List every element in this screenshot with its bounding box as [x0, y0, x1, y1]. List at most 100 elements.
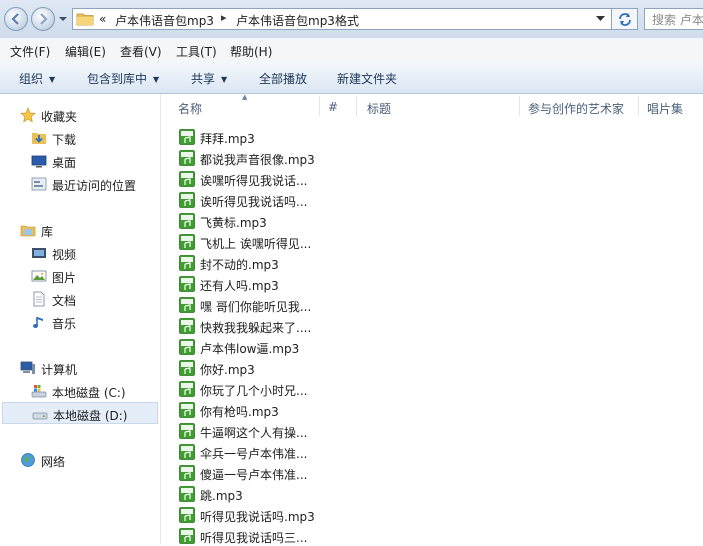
nav-music[interactable]: 音乐: [0, 311, 158, 333]
column-title[interactable]: 标题: [367, 100, 391, 117]
file-name: 封不动的.mp3: [200, 258, 279, 272]
column-divider[interactable]: [356, 96, 357, 116]
menu-help[interactable]: 帮助(H): [230, 43, 272, 60]
mp3-file-icon: [179, 339, 195, 355]
nav-videos-label: 视频: [52, 248, 77, 262]
search-input[interactable]: 搜索 卢本: [644, 8, 703, 30]
downloads-folder-icon: [32, 133, 46, 144]
file-row[interactable]: 傻逼一号卢本伟准...: [177, 463, 697, 483]
new-folder-button[interactable]: 新建文件夹: [337, 70, 397, 87]
play-all-button[interactable]: 全部播放: [259, 70, 307, 87]
file-row[interactable]: 封不动的.mp3: [177, 253, 697, 273]
file-row[interactable]: 都说我声音很像.mp3: [177, 148, 697, 168]
menu-file[interactable]: 文件(F): [10, 43, 50, 60]
mp3-file-icon: [179, 318, 195, 334]
address-overflow-chevron[interactable]: «: [99, 12, 106, 26]
recent-pages-dropdown-icon[interactable]: [58, 14, 68, 24]
nav-videos[interactable]: 视频: [0, 242, 158, 264]
column-headers: ▲ 名称 # 标题 参与创作的艺术家 唱片集: [161, 93, 703, 118]
file-name: 听得见我说话吗.mp3: [200, 510, 315, 524]
recent-places-icon: [31, 177, 47, 191]
nav-computer[interactable]: 计算机: [0, 357, 158, 379]
include-label: 包含到库中: [87, 72, 148, 86]
address-field[interactable]: « 卢本伟语音包mp3 ▸ 卢本伟语音包mp3格式: [72, 8, 612, 30]
column-divider[interactable]: [519, 96, 520, 116]
file-name: 快救我我躲起来了....: [200, 321, 312, 335]
file-row[interactable]: 诶听得见我说话吗...: [177, 190, 697, 210]
mp3-file-icon: [179, 402, 195, 418]
nav-music-label: 音乐: [52, 317, 77, 331]
file-name: 你有枪吗.mp3: [200, 405, 279, 419]
nav-desktop[interactable]: 桌面: [0, 150, 158, 172]
file-row[interactable]: 嘿 哥们你能听见我...: [177, 295, 697, 315]
file-list-pane: ▲ 名称 # 标题 参与创作的艺术家 唱片集 拜拜.mp3 都说我声音很像.mp3…: [161, 93, 703, 546]
back-button[interactable]: [4, 7, 28, 31]
refresh-button[interactable]: [612, 8, 638, 30]
nav-network[interactable]: 网络: [0, 449, 158, 471]
column-track-number[interactable]: #: [328, 100, 338, 114]
column-album[interactable]: 唱片集: [647, 100, 683, 117]
address-dropdown-icon[interactable]: [596, 16, 605, 22]
file-row[interactable]: 听得见我说话吗三...: [177, 526, 697, 546]
file-name: 飞黄标.mp3: [200, 216, 267, 230]
file-row[interactable]: 快救我我躲起来了....: [177, 316, 697, 336]
chevron-down-icon: ▼: [49, 75, 56, 84]
file-row[interactable]: 还有人吗.mp3: [177, 274, 697, 294]
nav-favorites[interactable]: 收藏夹: [0, 104, 158, 126]
organize-label: 组织: [19, 72, 44, 86]
file-row[interactable]: 拜拜.mp3: [177, 127, 697, 147]
drive-icon: [32, 412, 48, 420]
share-button[interactable]: 共享 ▼: [191, 70, 227, 87]
nav-desktop-label: 桌面: [52, 156, 77, 170]
nav-drive-c[interactable]: 本地磁盘 (C:): [0, 380, 158, 402]
file-name: 跳.mp3: [200, 489, 243, 503]
organize-button[interactable]: 组织 ▼: [19, 70, 55, 87]
address-segment-current[interactable]: 卢本伟语音包mp3格式: [236, 12, 359, 29]
command-bar: 组织 ▼ 包含到库中 ▼ 共享 ▼ 全部播放 新建文件夹: [0, 62, 703, 94]
network-globe-icon: [21, 453, 35, 467]
file-name: 诶嘿听得见我说话...: [200, 174, 308, 188]
menu-view[interactable]: 查看(V): [120, 43, 162, 60]
chevron-down-icon: ▼: [221, 75, 228, 84]
address-bar-region: « 卢本伟语音包mp3 ▸ 卢本伟语音包mp3格式 搜索 卢本: [0, 0, 703, 39]
mp3-file-icon: [179, 255, 195, 271]
nav-pictures[interactable]: 图片: [0, 265, 158, 287]
navigation-pane: 收藏夹 下载 桌面 最近访问的位置 库 视频 图片 文档 音乐 计算机 本地磁盘…: [0, 94, 161, 544]
nav-drive-d[interactable]: 本地磁盘 (D:): [2, 402, 158, 424]
address-segment-parent[interactable]: 卢本伟语音包mp3: [115, 12, 214, 29]
column-divider[interactable]: [638, 96, 639, 116]
forward-button[interactable]: [31, 7, 55, 31]
file-name: 还有人吗.mp3: [200, 279, 279, 293]
desktop-icon: [31, 155, 47, 168]
arrow-left-icon: [11, 13, 19, 25]
nav-libraries[interactable]: 库: [0, 219, 158, 241]
file-row[interactable]: 你玩了几个小时兄...: [177, 379, 697, 399]
mp3-file-icon: [179, 507, 195, 523]
include-in-library-button[interactable]: 包含到库中 ▼: [87, 70, 159, 87]
file-row[interactable]: 牛逼啊这个人有操...: [177, 421, 697, 441]
file-name: 诶听得见我说话吗...: [200, 195, 308, 209]
address-separator-icon[interactable]: ▸: [221, 11, 227, 24]
file-row[interactable]: 你好.mp3: [177, 358, 697, 378]
file-row[interactable]: 飞机上 诶嘿听得见...: [177, 232, 697, 252]
nav-downloads[interactable]: 下载: [0, 127, 158, 149]
file-row[interactable]: 听得见我说话吗.mp3: [177, 505, 697, 525]
file-row[interactable]: 飞黄标.mp3: [177, 211, 697, 231]
menu-tools[interactable]: 工具(T): [176, 43, 217, 60]
music-note-icon: [33, 317, 43, 328]
column-name[interactable]: 名称: [178, 100, 202, 117]
file-row[interactable]: 你有枪吗.mp3: [177, 400, 697, 420]
libraries-icon: [20, 225, 36, 237]
column-divider[interactable]: [319, 96, 320, 116]
mp3-file-icon: [179, 234, 195, 250]
nav-documents[interactable]: 文档: [0, 288, 158, 310]
column-contributing-artists[interactable]: 参与创作的艺术家: [528, 100, 624, 117]
file-row[interactable]: 跳.mp3: [177, 484, 697, 504]
file-row[interactable]: 卢本伟low逼.mp3: [177, 337, 697, 357]
file-name: 牛逼啊这个人有操...: [200, 426, 308, 440]
menu-edit[interactable]: 编辑(E): [65, 43, 106, 60]
file-row[interactable]: 伞兵一号卢本伟准...: [177, 442, 697, 462]
nav-recent-places[interactable]: 最近访问的位置: [0, 173, 158, 195]
folder-icon: [76, 13, 94, 26]
file-row[interactable]: 诶嘿听得见我说话...: [177, 169, 697, 189]
